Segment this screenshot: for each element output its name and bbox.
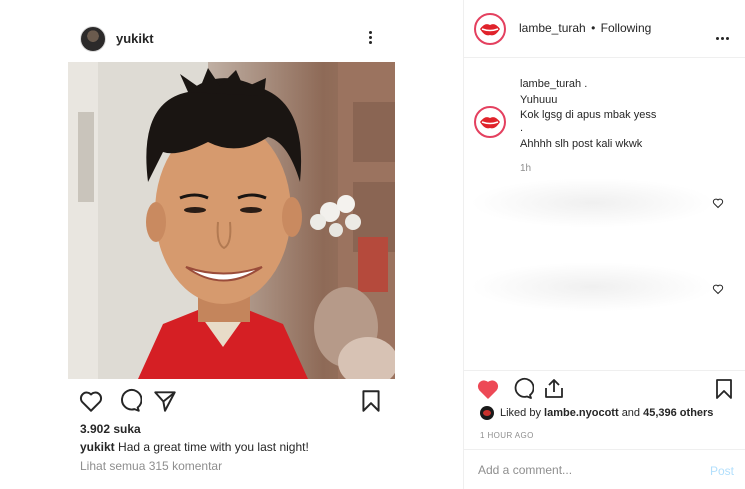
post-actions [68, 388, 395, 416]
comment-input[interactable] [478, 461, 698, 479]
share-icon[interactable] [152, 388, 178, 414]
post-detail-panel: lambe_turah • Following lambe_turah . Yu… [463, 0, 745, 489]
comment-icon[interactable] [510, 377, 534, 401]
caption: yukikt Had a great time with you last ni… [80, 440, 309, 454]
panel-title: lambe_turah • Following [519, 21, 651, 35]
view-comments-link[interactable]: Lihat semua 315 komentar [80, 459, 222, 473]
liked-by-text: Liked by lambe.nyocott and 45,396 others [500, 407, 713, 419]
comment-time: 1h [520, 163, 532, 174]
share-icon[interactable] [542, 377, 566, 401]
embedded-post: yukikt 3.902 suka yukikt Had a great tim… [68, 18, 395, 478]
post-header: yukikt [68, 18, 395, 62]
heart-filled-icon[interactable] [476, 377, 500, 401]
heart-outline-icon[interactable] [78, 388, 104, 414]
more-vertical-icon[interactable] [364, 29, 376, 49]
liked-by-prefix: Liked by [500, 407, 541, 419]
post-photo [68, 62, 395, 379]
bookmark-icon[interactable] [358, 388, 384, 414]
avatar[interactable] [474, 106, 506, 138]
avatar[interactable] [474, 13, 506, 45]
blank-comment [470, 178, 715, 228]
comment-line: Kok lgsg di apus mbak yess [520, 109, 657, 121]
blank-comment [470, 262, 715, 312]
comment-username[interactable]: lambe_turah . [520, 78, 587, 90]
liked-by-user[interactable]: lambe.nyocott [544, 407, 619, 419]
more-horizontal-icon[interactable] [716, 27, 731, 45]
panel-actions [464, 370, 745, 404]
comment-icon[interactable] [116, 388, 142, 414]
post-button[interactable]: Post [710, 464, 734, 478]
liked-by-middle: and [621, 407, 641, 419]
lips-icon [480, 24, 500, 36]
comment-line: Ahhhh slh post kali wkwk [520, 138, 643, 150]
comment-line: . [520, 122, 524, 134]
bookmark-icon[interactable] [712, 377, 736, 401]
caption-text: Had a great time with you last night! [118, 440, 309, 454]
likes-count[interactable]: 3.902 suka [80, 422, 141, 436]
avatar[interactable] [480, 406, 494, 420]
follow-status[interactable]: Following [601, 21, 652, 35]
panel-username[interactable]: lambe_turah [519, 21, 586, 35]
add-comment-bar: Post [464, 449, 745, 489]
panel-header: lambe_turah • Following [464, 0, 745, 58]
heart-outline-icon[interactable] [712, 283, 724, 295]
post-time[interactable]: 1 HOUR AGO [480, 431, 534, 440]
liked-by-count[interactable]: 45,396 others [643, 407, 713, 419]
lips-icon [480, 117, 500, 129]
separator: • [591, 21, 596, 35]
post-username[interactable]: yukikt [116, 31, 154, 46]
avatar[interactable] [80, 26, 106, 52]
heart-outline-icon[interactable] [712, 197, 724, 209]
comment-line: Yuhuuu [520, 94, 558, 106]
caption-username[interactable]: yukikt [80, 440, 115, 454]
